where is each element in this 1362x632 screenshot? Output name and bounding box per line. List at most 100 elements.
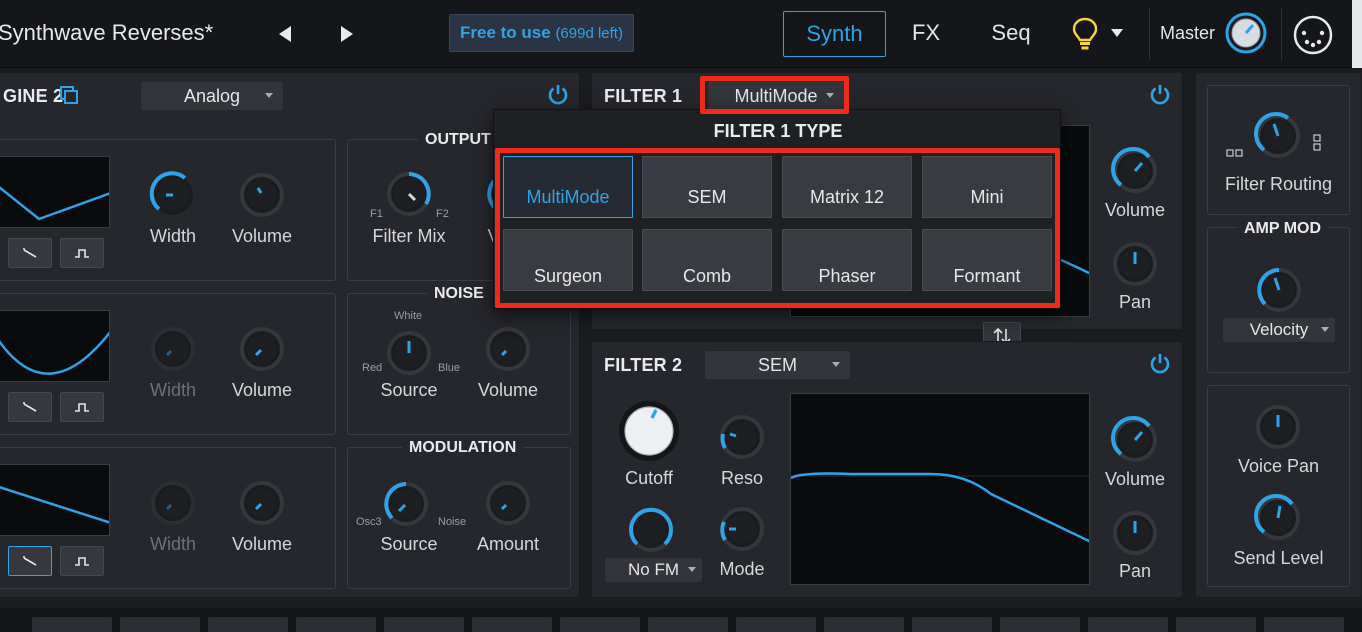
osc2-volume-knob[interactable] [235, 322, 289, 381]
osc3-volume-knob[interactable] [235, 476, 289, 535]
noise-volume-knob[interactable] [481, 322, 535, 381]
filter-type-option-label: SEM [687, 187, 727, 207]
tab-fx-label: FX [911, 20, 941, 45]
filter1-pan-label: Pan [1118, 292, 1152, 312]
filter2-fm-knob[interactable] [623, 502, 679, 563]
bottom-tab[interactable] [1000, 617, 1080, 632]
filter1-title: FILTER 1 [604, 86, 683, 106]
filter-mix-f2: F2 [436, 208, 449, 220]
osc3-width-knob[interactable] [146, 476, 200, 535]
bottom-tab[interactable] [208, 617, 288, 632]
filter-routing-knob[interactable] [1250, 108, 1306, 169]
voice-pan-label: Voice Pan [1237, 456, 1320, 476]
mod-osc3-label: Osc3 [356, 516, 382, 528]
filter-type-option[interactable]: Comb [642, 229, 772, 291]
filter-type-option[interactable]: Mini [922, 156, 1052, 218]
filter-type-option[interactable]: Matrix 12 [782, 156, 912, 218]
filter-type-option[interactable]: Phaser [782, 229, 912, 291]
filter-type-option-label: Phaser [818, 266, 876, 286]
filter-type-option-label: Formant [953, 266, 1021, 286]
bottom-tab[interactable] [736, 617, 816, 632]
engine-type-dropdown[interactable]: Analog [141, 82, 283, 110]
tab-synth[interactable]: Synth [783, 11, 886, 57]
filter2-reso-knob[interactable] [715, 410, 769, 469]
osc2-width-label: Width [149, 380, 196, 400]
bottom-tab[interactable] [296, 617, 376, 632]
bottom-tab[interactable] [560, 617, 640, 632]
tab-seq[interactable]: Seq [985, 11, 1037, 57]
noise-red-label: Red [362, 362, 383, 374]
filter-mix-f1: F1 [370, 208, 383, 220]
bottom-tab[interactable] [1088, 617, 1168, 632]
bottom-tab[interactable] [1264, 617, 1344, 632]
amp-mod-knob[interactable] [1251, 262, 1307, 323]
saw-wave-button[interactable] [8, 238, 52, 268]
saw-wave-button[interactable] [8, 392, 52, 422]
filter2-volume-knob[interactable] [1107, 412, 1163, 473]
filter2-pan-label: Pan [1118, 561, 1152, 581]
osc-waveform-display [0, 464, 110, 536]
send-level-knob[interactable] [1250, 490, 1306, 551]
filter-mix-knob[interactable] [381, 166, 437, 227]
bottom-tab[interactable] [120, 617, 200, 632]
serial-routing-icon [1226, 144, 1244, 162]
filter-type-option[interactable]: MultiMode [503, 156, 633, 218]
filter-type-option[interactable]: Surgeon [503, 229, 633, 291]
engine2-power-icon[interactable] [547, 83, 569, 110]
noise-source-knob[interactable] [382, 326, 436, 385]
osc-row-2: Width Volume [0, 293, 336, 435]
routing-panel: Filter Routing AMP MOD Velocity Voice Pa… [1195, 72, 1362, 598]
mod-source-knob[interactable] [378, 476, 434, 537]
amp-mod-source-dropdown[interactable]: Velocity [1223, 318, 1335, 342]
next-arrow-icon[interactable] [337, 22, 357, 46]
bottom-tab[interactable] [912, 617, 992, 632]
square-wave-button[interactable] [60, 546, 104, 576]
license-badge[interactable]: Free to use (699d left) [449, 14, 634, 52]
bottom-tab[interactable] [32, 617, 112, 632]
bottom-tab[interactable] [1176, 617, 1256, 632]
square-wave-button[interactable] [60, 238, 104, 268]
midi-icon[interactable] [1292, 14, 1334, 61]
tab-fx[interactable]: FX [900, 11, 952, 57]
osc2-width-knob[interactable] [146, 322, 200, 381]
filter1-type-dropdown[interactable]: MultiMode [708, 81, 844, 111]
filter2-fm-value: No FM [628, 560, 679, 579]
master-volume-knob[interactable] [1225, 12, 1267, 59]
noise-source-label: Source [380, 380, 438, 400]
filter2-power-icon[interactable] [1149, 352, 1171, 379]
engine2-title: GINE 2 [3, 86, 64, 106]
dropdown-caret-icon[interactable] [1110, 26, 1124, 44]
copy-icon[interactable] [59, 85, 79, 110]
bottom-tab[interactable] [384, 617, 464, 632]
master-label: Master [1160, 23, 1216, 43]
mod-amount-knob[interactable] [481, 476, 535, 535]
filter1-volume-knob[interactable] [1107, 143, 1163, 204]
filter-type-option[interactable]: Formant [922, 229, 1052, 291]
preset-name[interactable]: Synthwave Reverses* [0, 20, 213, 46]
osc1-width-knob[interactable] [146, 168, 200, 227]
square-wave-button[interactable] [60, 392, 104, 422]
filter-routing-section: Filter Routing [1207, 85, 1350, 215]
bottom-tab[interactable] [472, 617, 552, 632]
saw-wave-button[interactable] [8, 546, 52, 576]
bottom-tab[interactable] [824, 617, 904, 632]
voice-pan-knob[interactable] [1251, 400, 1305, 459]
filter2-mode-knob[interactable] [715, 502, 769, 561]
filter2-pan-knob[interactable] [1108, 506, 1162, 565]
prev-arrow-icon[interactable] [276, 22, 296, 46]
lightbulb-icon[interactable] [1072, 17, 1098, 56]
osc-waveform-display [0, 156, 110, 228]
filter1-power-icon[interactable] [1149, 83, 1171, 110]
filter2-fm-dropdown[interactable]: No FM [605, 558, 702, 582]
filter-type-option[interactable]: SEM [642, 156, 772, 218]
filter2-reso-label: Reso [720, 468, 764, 488]
mod-noise-label: Noise [438, 516, 467, 528]
amp-mod-section: AMP MOD Velocity [1207, 220, 1350, 373]
osc3-volume-label: Volume [231, 534, 293, 554]
bottom-tab[interactable] [648, 617, 728, 632]
filter2-type-dropdown[interactable]: SEM [705, 351, 850, 379]
filter2-cutoff-knob[interactable] [614, 396, 684, 471]
osc1-volume-knob[interactable] [235, 168, 289, 227]
noise-blue-label: Blue [438, 362, 461, 374]
filter1-pan-knob[interactable] [1108, 237, 1162, 296]
